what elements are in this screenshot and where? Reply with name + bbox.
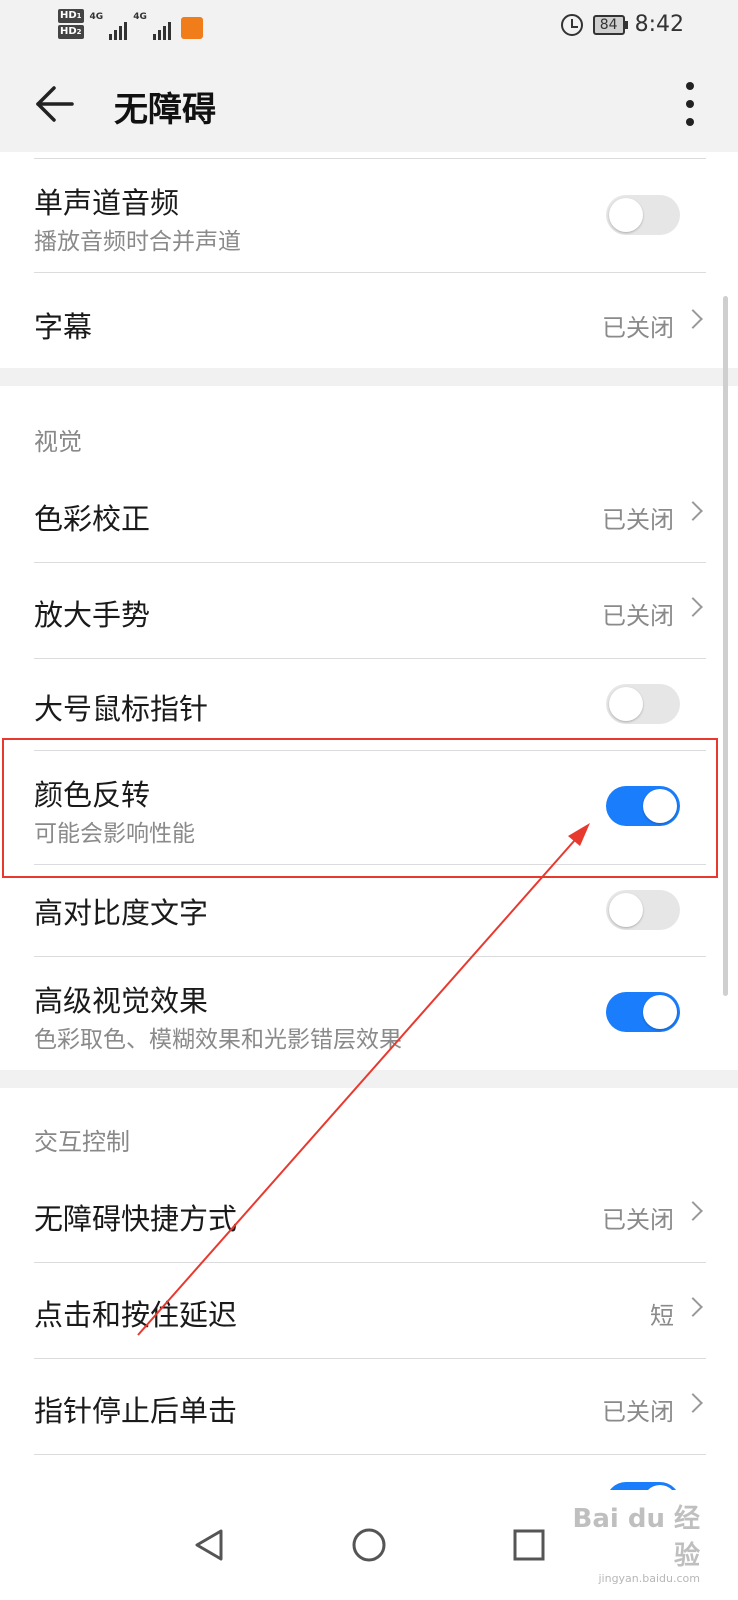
row-partial-next[interactable] xyxy=(0,1454,738,1490)
chevron-right-icon xyxy=(683,597,703,617)
visual-section-header: 视觉 xyxy=(0,386,738,466)
large-pointer-toggle[interactable] xyxy=(606,684,680,724)
row-dwell-click[interactable]: 指针停止后单击 已关闭 xyxy=(0,1358,738,1454)
color-correction-label: 色彩校正 xyxy=(34,502,151,536)
status-bar-right: 84 8:42 xyxy=(560,12,684,37)
magnification-value: 已关闭 xyxy=(602,602,674,630)
shortcut-value: 已关闭 xyxy=(602,1206,674,1234)
status-bar: HD1 HD2 4G 4G 84 8:42 xyxy=(0,0,738,56)
row-advanced-visual[interactable]: 高级视觉效果 色彩取色、模糊效果和光影错层效果 xyxy=(0,956,738,1070)
shortcut-label: 无障碍快捷方式 xyxy=(34,1202,238,1236)
nav-recents-icon[interactable] xyxy=(509,1525,549,1565)
interaction-section: 交互控制 无障碍快捷方式 已关闭 点击和按住延迟 短 指针停止后单击 已关闭 xyxy=(0,1088,738,1490)
row-shortcut[interactable]: 无障碍快捷方式 已关闭 xyxy=(0,1166,738,1262)
sim1-hd-badge: HD1 xyxy=(58,9,84,23)
signal-2-icon xyxy=(152,18,171,40)
baidu-watermark: Bai du 经验 jingyan.baidu.com xyxy=(550,1498,701,1585)
chevron-right-icon xyxy=(683,1201,703,1221)
row-mono-audio[interactable]: 单声道音频 播放音频时合并声道 xyxy=(0,152,738,272)
captions-label: 字幕 xyxy=(34,310,93,344)
battery-icon: 84 xyxy=(592,14,628,35)
chevron-right-icon xyxy=(683,1393,703,1413)
high-contrast-label: 高对比度文字 xyxy=(34,896,209,930)
visual-section: 视觉 色彩校正 已关闭 放大手势 已关闭 大号鼠标指针 颜色反转 可能会影响性能… xyxy=(0,386,738,1070)
alarm-icon xyxy=(560,13,583,36)
interaction-section-header: 交互控制 xyxy=(0,1088,738,1166)
watermark-url: jingyan.baidu.com xyxy=(598,1572,700,1585)
audio-section: 单声道音频 播放音频时合并声道 字幕 已关闭 xyxy=(0,152,738,368)
back-arrow-icon[interactable] xyxy=(34,84,74,124)
advanced-visual-label: 高级视觉效果 xyxy=(34,984,209,1018)
watermark-text: Bai du 经验 xyxy=(572,1504,701,1571)
divider xyxy=(34,658,706,659)
advanced-visual-sub: 色彩取色、模糊效果和光影错层效果 xyxy=(34,1027,402,1053)
page-title: 无障碍 xyxy=(114,90,216,130)
partial-next-toggle[interactable] xyxy=(606,1482,680,1490)
section-gap xyxy=(0,1070,738,1088)
chevron-right-icon xyxy=(683,1297,703,1317)
captions-value: 已关闭 xyxy=(602,314,674,342)
network-type-2: 4G xyxy=(133,12,147,22)
advanced-visual-toggle[interactable] xyxy=(606,992,680,1032)
divider xyxy=(34,158,706,159)
divider xyxy=(34,1358,706,1359)
dwell-click-label: 指针停止后单击 xyxy=(34,1394,238,1428)
divider xyxy=(34,1262,706,1263)
dwell-click-value: 已关闭 xyxy=(602,1398,674,1426)
nav-back-icon[interactable] xyxy=(189,1525,229,1565)
color-correction-value: 已关闭 xyxy=(602,506,674,534)
chevron-right-icon xyxy=(683,309,703,329)
more-options-icon[interactable] xyxy=(684,82,696,126)
visual-header-text: 视觉 xyxy=(34,428,82,456)
sim-indicators: HD1 HD2 xyxy=(58,9,84,39)
sim2-hd-badge: HD2 xyxy=(58,25,84,39)
interaction-header-text: 交互控制 xyxy=(34,1128,130,1156)
divider xyxy=(34,272,706,273)
toggle-knob xyxy=(609,687,643,721)
row-magnification[interactable]: 放大手势 已关闭 xyxy=(0,562,738,658)
row-touch-hold-delay[interactable]: 点击和按住延迟 短 xyxy=(0,1262,738,1358)
toggle-knob xyxy=(609,198,643,232)
app-bar: 无障碍 xyxy=(0,56,738,152)
large-pointer-label: 大号鼠标指针 xyxy=(34,692,209,726)
divider xyxy=(34,1454,706,1455)
status-bar-left: HD1 HD2 4G 4G xyxy=(58,8,203,40)
divider xyxy=(34,562,706,563)
network-type-1: 4G xyxy=(89,12,104,22)
divider xyxy=(34,956,706,957)
mono-audio-label: 单声道音频 xyxy=(34,186,180,220)
touch-hold-delay-label: 点击和按住延迟 xyxy=(34,1298,238,1332)
magnification-label: 放大手势 xyxy=(34,598,151,632)
highlight-box xyxy=(2,738,718,878)
high-contrast-toggle[interactable] xyxy=(606,890,680,930)
mono-audio-sub: 播放音频时合并声道 xyxy=(34,229,241,255)
notification-app-icon xyxy=(180,17,203,39)
chevron-right-icon xyxy=(683,501,703,521)
toggle-knob xyxy=(643,995,677,1029)
section-gap xyxy=(0,368,738,386)
row-captions[interactable]: 字幕 已关闭 xyxy=(0,272,738,368)
mono-audio-toggle[interactable] xyxy=(606,195,680,235)
signal-1-icon xyxy=(109,18,128,40)
row-large-pointer[interactable]: 大号鼠标指针 xyxy=(0,658,738,750)
status-time: 8:42 xyxy=(634,12,684,37)
touch-hold-delay-value: 短 xyxy=(650,1302,674,1330)
row-color-correction[interactable]: 色彩校正 已关闭 xyxy=(0,466,738,562)
nav-home-icon[interactable] xyxy=(349,1525,389,1565)
scrollbar[interactable] xyxy=(723,296,728,996)
toggle-knob xyxy=(609,893,643,927)
